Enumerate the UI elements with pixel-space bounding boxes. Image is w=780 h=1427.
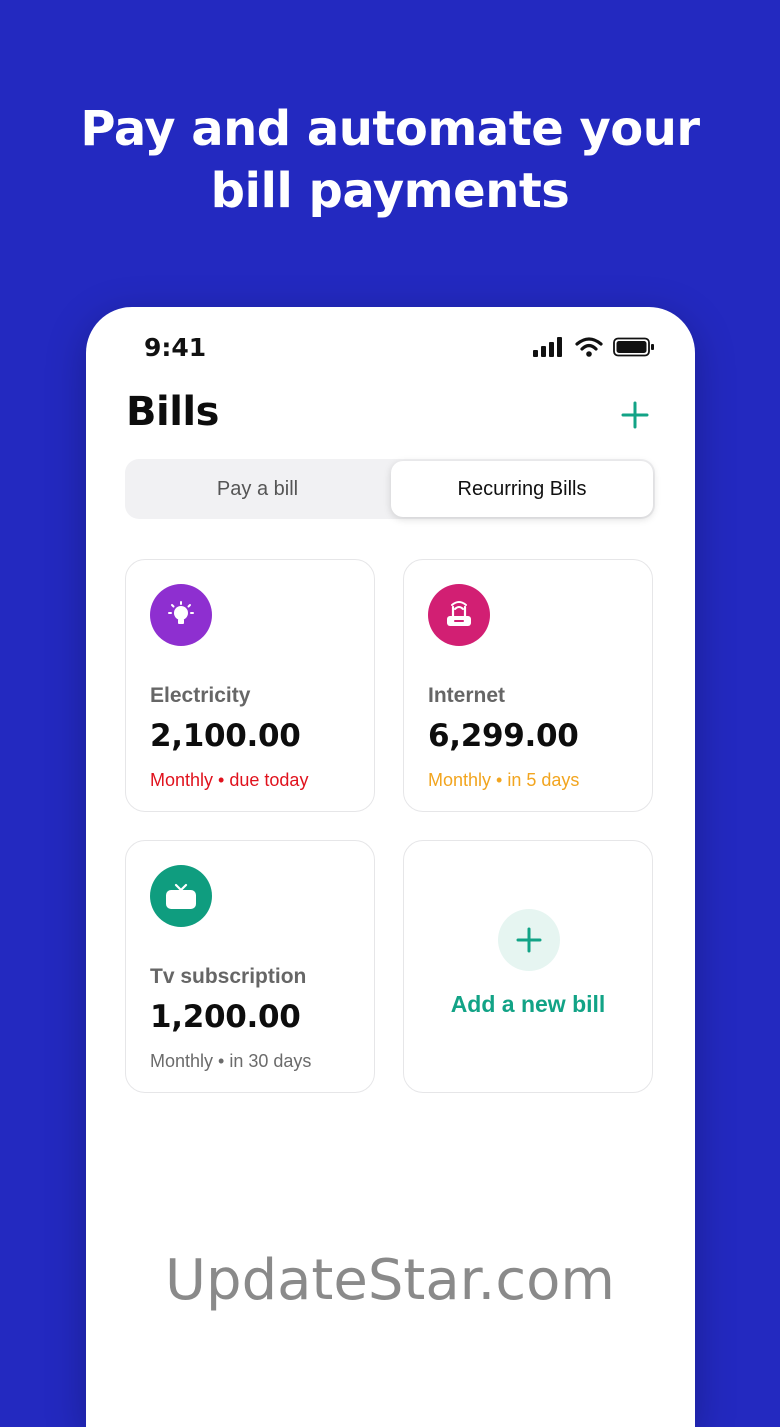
separator-dot: • <box>496 770 503 790</box>
watermark: UpdateStar.com <box>165 1248 615 1313</box>
add-bill-circle <box>498 909 560 971</box>
bill-due: in 5 days <box>507 770 580 790</box>
bill-schedule: Monthly • due today <box>150 770 308 791</box>
bill-schedule: Monthly • in 5 days <box>428 770 579 791</box>
add-new-bill-label: Add a new bill <box>450 991 606 1017</box>
promo-headline: Pay and automate your bill payments <box>0 98 780 222</box>
bill-card-internet[interactable]: Internet 6,299.00 Monthly • in 5 days <box>403 559 653 812</box>
tab-pay-a-bill[interactable]: Pay a bill <box>125 459 390 519</box>
bill-card-tv-subscription[interactable]: Tv subscription 1,200.00 Monthly • in 30… <box>125 840 375 1093</box>
bill-due: in 30 days <box>229 1051 312 1071</box>
bill-amount: 6,299.00 <box>428 718 579 754</box>
bill-name: Tv subscription <box>150 965 307 988</box>
battery-icon <box>613 337 654 357</box>
bill-name: Internet <box>428 684 506 707</box>
tab-recurring-bills[interactable]: Recurring Bills <box>391 461 653 517</box>
router-icon <box>428 584 490 646</box>
add-new-bill-card[interactable]: Add a new bill <box>403 840 653 1093</box>
plus-icon <box>621 401 649 429</box>
bill-card-electricity[interactable]: Electricity 2,100.00 Monthly • due today <box>125 559 375 812</box>
bill-schedule: Monthly • in 30 days <box>150 1051 311 1072</box>
bill-amount: 2,100.00 <box>150 718 301 754</box>
bill-frequency: Monthly <box>428 770 492 790</box>
separator-dot: • <box>218 1051 225 1071</box>
status-icons <box>533 337 655 357</box>
bill-name: Electricity <box>150 684 251 707</box>
status-time: 9:41 <box>144 333 207 362</box>
wifi-icon <box>575 337 603 357</box>
plus-icon <box>516 927 542 953</box>
headline-line-2: bill payments <box>210 163 570 219</box>
bills-tab-control: Pay a bill Recurring Bills <box>125 459 655 519</box>
headline-line-1: Pay and automate your <box>80 101 700 157</box>
separator-dot: • <box>218 770 225 790</box>
bill-amount: 1,200.00 <box>150 999 301 1035</box>
cellular-signal-icon <box>533 337 562 357</box>
bill-frequency: Monthly <box>150 1051 214 1071</box>
tv-icon <box>150 865 212 927</box>
bill-due: due today <box>229 770 309 790</box>
bill-frequency: Monthly <box>150 770 214 790</box>
lightbulb-icon <box>150 584 212 646</box>
add-bill-top-button[interactable] <box>615 395 655 435</box>
page-title: Bills <box>126 389 219 435</box>
